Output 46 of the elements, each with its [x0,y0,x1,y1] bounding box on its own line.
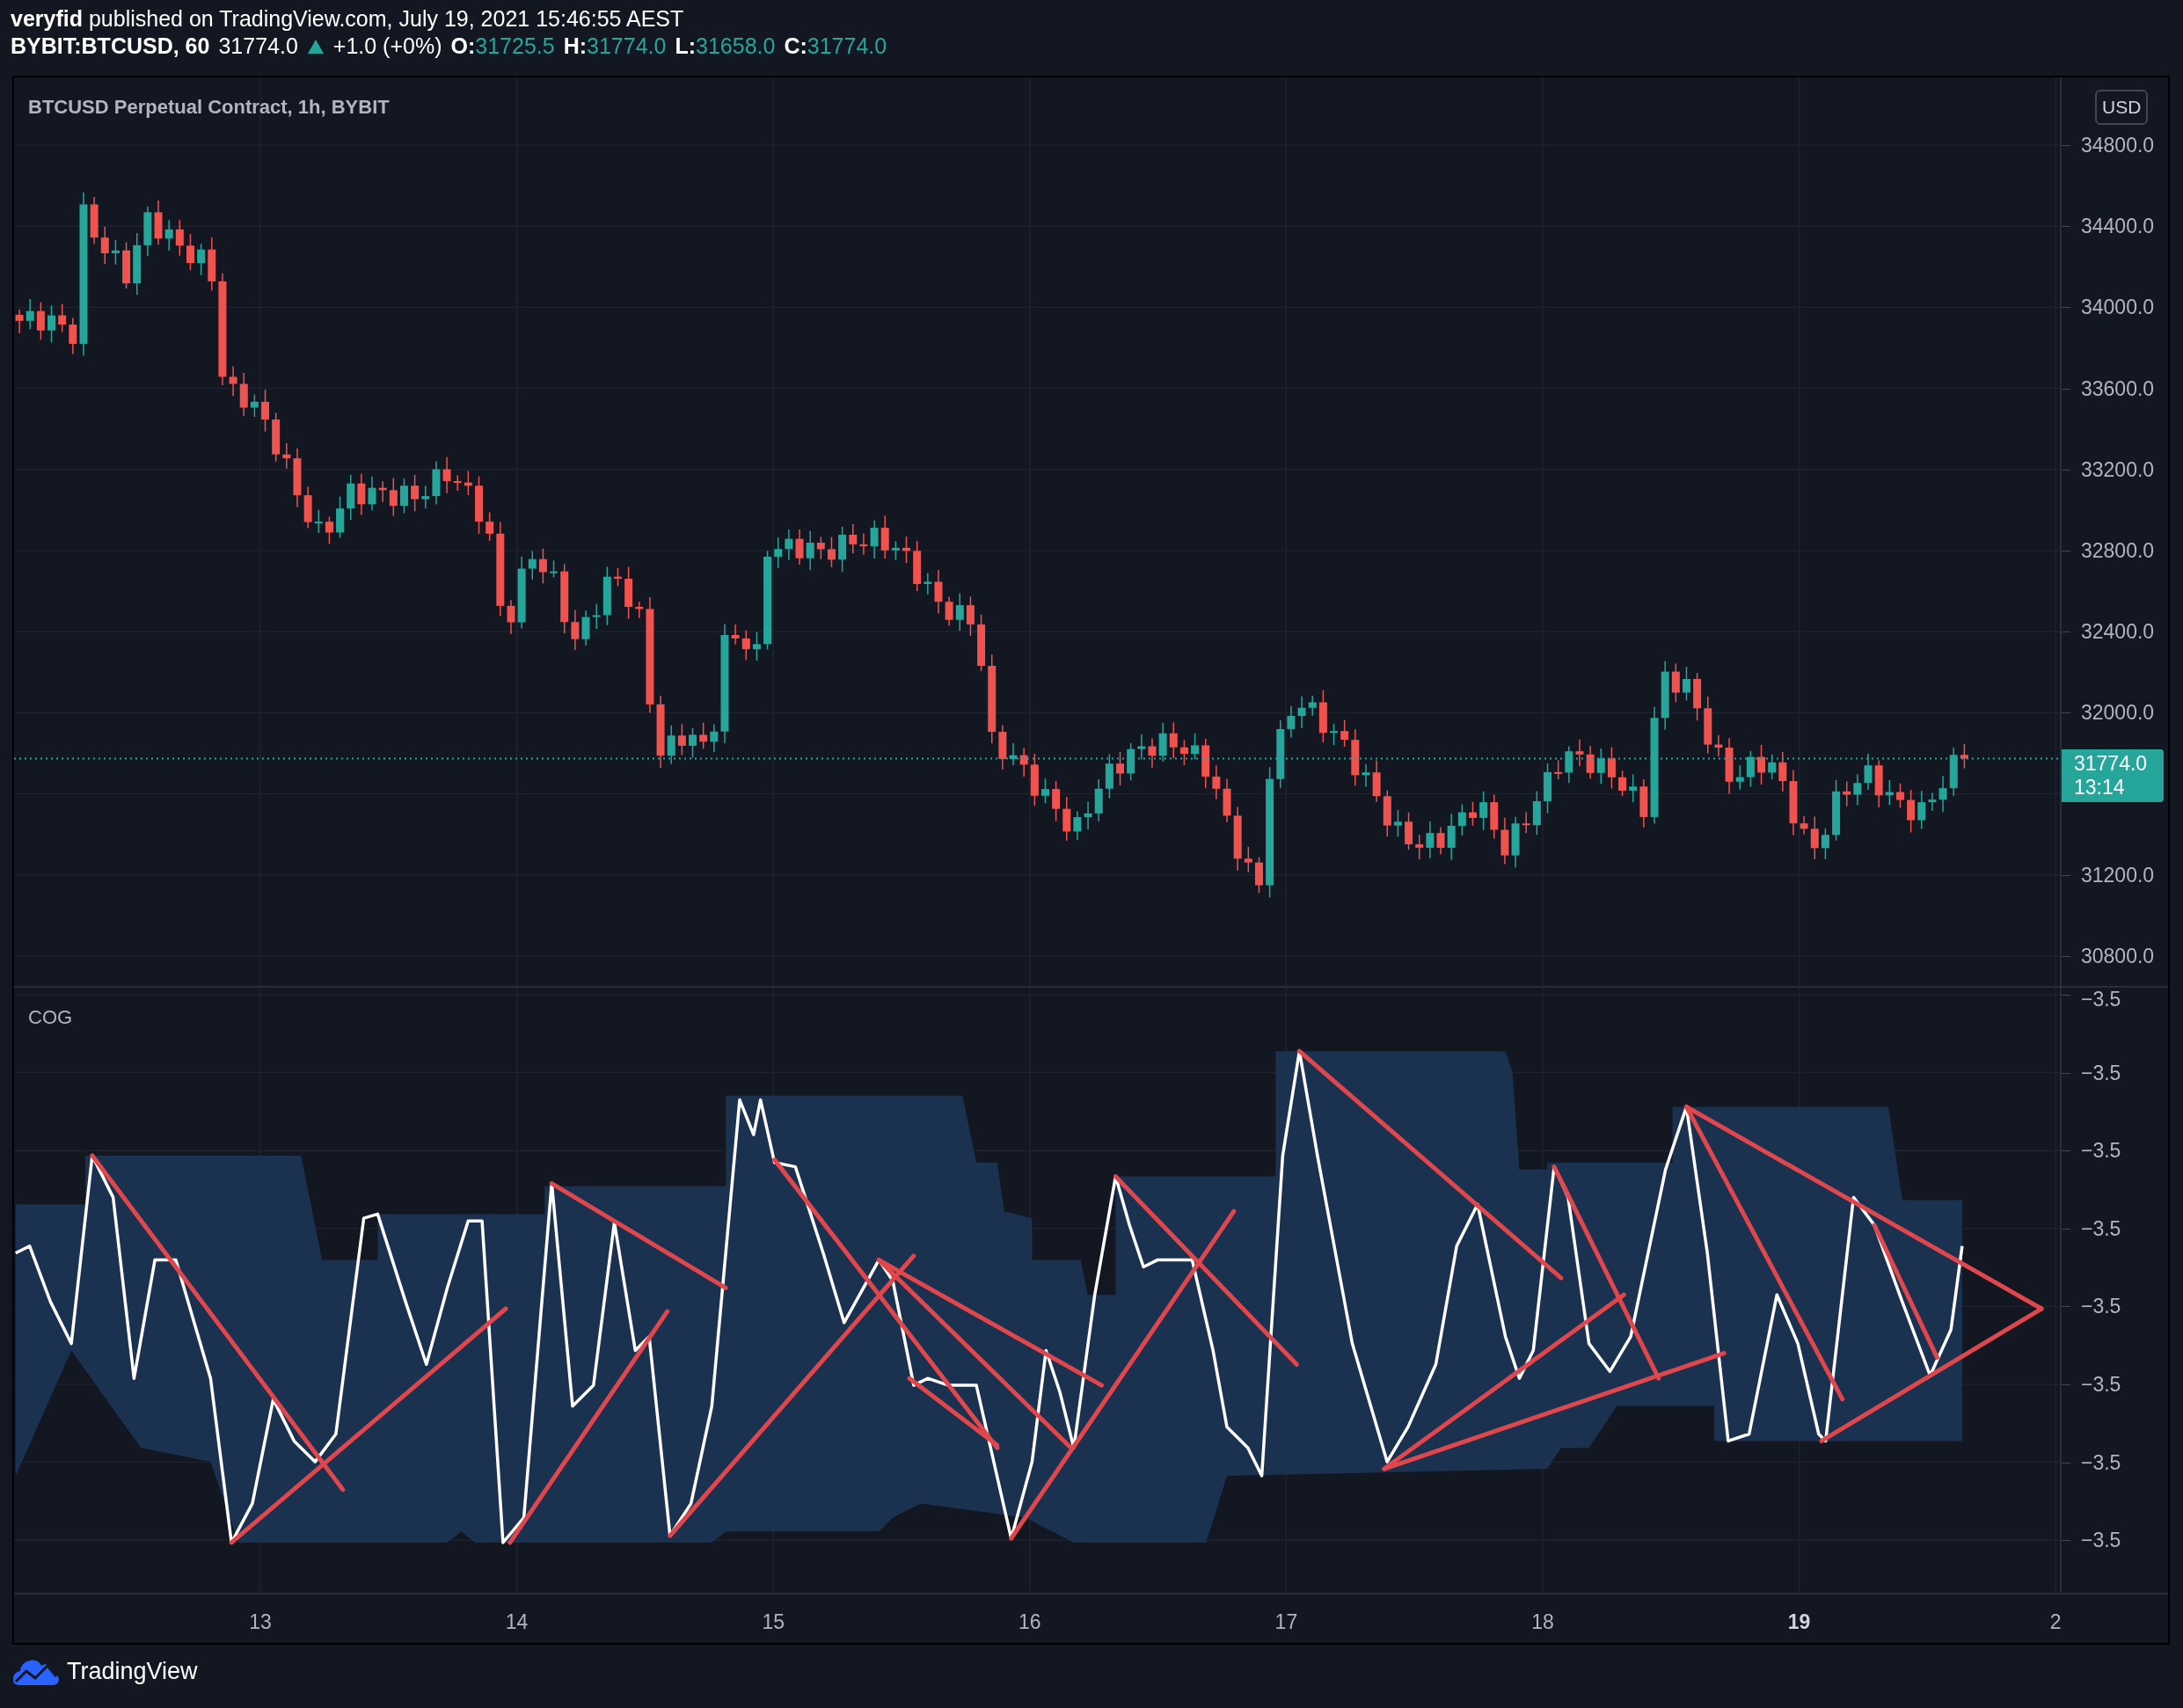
ohlc-label: L: [675,33,696,58]
ohlc-label: H: [563,33,588,58]
price-tick-label: 33600.0 [2081,376,2155,402]
indicator-tick-label: −3.5 [2081,1294,2121,1320]
publish-info: published on TradingView.com, July 19, 2021 15:46:55 AEST [88,6,684,31]
brand-name: TradingView [67,1657,198,1686]
time-tick-label: 13 [249,1609,272,1635]
price-tick-label: 34000.0 [2081,295,2155,321]
author-name: veryfid [11,6,83,31]
indicator-tick-label: −3.5 [2081,986,2121,1012]
indicator-title: COG [28,1005,73,1030]
ohlc-value: 31658.0 [696,33,776,58]
price-tick-label: 34400.0 [2081,213,2155,239]
indicator-tick-label: −3.5 [2081,1527,2121,1553]
bar-countdown: 13:14 [2074,776,2126,799]
indicator-tick-label: −3.5 [2081,1060,2121,1086]
price-tick-label: 32800.0 [2081,537,2155,564]
last-price: 31774.0 [218,33,298,60]
ohlc-value: 31725.5 [475,33,555,58]
indicator-tick-label: −3.5 [2081,1137,2121,1164]
price-tick-label: 32400.0 [2081,618,2155,645]
ohlc-label: O: [450,33,476,58]
price-tick-label: 33200.0 [2081,456,2155,483]
time-tick-label: 16 [1018,1609,1041,1635]
chart-title: BTCUSD Perpetual Contract, 1h, BYBIT [28,95,390,120]
price-tick-label: 34800.0 [2081,132,2155,158]
indicator-tick-label: −3.5 [2081,1215,2121,1242]
indicator-tick-label: −3.5 [2081,1449,2121,1476]
currency-button[interactable]: USD [2095,90,2149,125]
time-tick-label: 15 [762,1609,785,1635]
time-tick-label: 2 [2049,1609,2062,1635]
symbol-name: BYBIT:BTCUSD, 60 [11,33,210,60]
up-triangle-icon [306,38,325,55]
time-tick-label: 17 [1274,1609,1298,1635]
last-price-value: 31774.0 [2074,752,2149,776]
price-tick-label: 32000.0 [2081,700,2155,726]
time-tick-label: 18 [1531,1609,1554,1635]
price-change: +1.0 (+0%) [332,33,442,60]
indicator-tick-label: −3.5 [2081,1371,2121,1398]
ohlc-value: 31774.0 [587,33,667,58]
ohlc-label: C: [784,33,807,58]
time-tick-label: 14 [505,1609,529,1635]
time-tick-label: 19 [1787,1609,1811,1635]
price-tick-label: 31200.0 [2081,862,2155,888]
price-tick-label: 30800.0 [2081,943,2155,969]
ohlc-value: 31774.0 [807,33,887,58]
